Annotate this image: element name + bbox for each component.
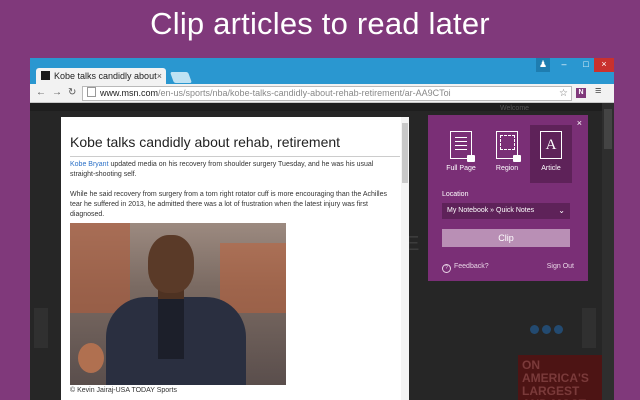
page-scrollbar-thumb[interactable] bbox=[604, 109, 612, 149]
article-title: Kobe talks candidly about rehab, retirem… bbox=[70, 134, 400, 157]
new-tab-button[interactable] bbox=[169, 72, 193, 83]
back-button[interactable]: ← bbox=[36, 86, 46, 100]
dimmed-web-page: Welcome E ON AMERICA'S LARGEST AND MOST … bbox=[30, 103, 614, 400]
tab-title: Kobe talks candidly about bbox=[54, 71, 157, 81]
article-label: Article bbox=[541, 165, 561, 172]
article-paragraph-2: While he said recovery from surgery from… bbox=[70, 191, 387, 218]
article-icon: A bbox=[540, 131, 562, 159]
url-host: www.msn.com bbox=[100, 88, 159, 98]
article-preview: Kobe talks candidly about rehab, retirem… bbox=[61, 117, 409, 400]
reload-button[interactable]: ↻ bbox=[68, 86, 76, 100]
forward-button[interactable]: → bbox=[52, 86, 62, 100]
clip-button[interactable]: Clip bbox=[442, 229, 570, 247]
article-paragraph-1: Kobe Bryant updated media on his recover… bbox=[70, 161, 374, 178]
location-value: My Notebook » Quick Notes bbox=[447, 207, 535, 214]
full-page-mode-button[interactable]: Full Page bbox=[440, 125, 482, 183]
article-photo bbox=[70, 223, 286, 385]
maximize-button[interactable]: □ bbox=[576, 58, 596, 72]
location-label: Location bbox=[442, 191, 469, 198]
minimize-button[interactable]: – bbox=[554, 58, 574, 72]
article-scrollbar-thumb[interactable] bbox=[402, 123, 408, 183]
browser-tab[interactable]: Kobe talks candidly about × bbox=[36, 68, 166, 84]
page-scrollbar[interactable] bbox=[602, 103, 614, 400]
full-page-label: Full Page bbox=[446, 165, 476, 172]
sign-out-link[interactable]: Sign Out bbox=[547, 263, 574, 270]
dimmed-prev-arrow bbox=[34, 308, 48, 348]
dimmed-welcome-text: Welcome bbox=[500, 105, 530, 112]
article-mode-button[interactable]: A Article bbox=[530, 125, 572, 183]
headline: Clip articles to read later bbox=[150, 6, 490, 41]
location-dropdown[interactable]: My Notebook » Quick Notes ⌄ bbox=[442, 203, 570, 219]
article-scrollbar[interactable] bbox=[401, 117, 409, 400]
dimmed-next-arrow bbox=[582, 308, 596, 348]
chevron-down-icon: ⌄ bbox=[558, 206, 565, 215]
url-path: /en-us/sports/nba/kobe-talks-candidly-ab… bbox=[158, 88, 451, 98]
onenote-clipper-panel: × Full Page Region A Article Location My… bbox=[428, 115, 588, 281]
dimmed-advertisement: ON AMERICA'S LARGEST AND MOST RELIABLE 4… bbox=[518, 355, 602, 400]
photo-caption: © Kevin Jairaj-USA TODAY Sports bbox=[70, 387, 177, 394]
address-bar[interactable]: www.msn.com/en-us/sports/nba/kobe-talks-… bbox=[82, 86, 572, 101]
feedback-icon: ? bbox=[442, 264, 451, 273]
region-icon bbox=[496, 131, 521, 162]
onenote-extension-icon[interactable]: N bbox=[576, 88, 586, 98]
full-page-icon bbox=[450, 131, 475, 162]
browser-toolbar: ← → ↻ www.msn.com/en-us/sports/nba/kobe-… bbox=[30, 84, 614, 103]
browser-window: Kobe talks candidly about × ♟ – □ × ← → … bbox=[30, 58, 614, 400]
browser-menu-icon[interactable]: ≡ bbox=[595, 85, 601, 97]
region-mode-button[interactable]: Region bbox=[486, 125, 528, 183]
kobe-bryant-link[interactable]: Kobe Bryant bbox=[70, 161, 109, 168]
region-label: Region bbox=[495, 165, 519, 172]
tab-close-icon[interactable]: × bbox=[157, 68, 162, 84]
page-icon bbox=[87, 87, 96, 97]
clipper-close-icon[interactable]: × bbox=[577, 118, 582, 128]
feedback-link[interactable]: ? Feedback? bbox=[442, 263, 489, 273]
user-icon[interactable]: ♟ bbox=[536, 58, 550, 72]
close-window-button[interactable]: × bbox=[594, 58, 614, 72]
dimmed-share-icons bbox=[530, 321, 566, 339]
msn-favicon-icon bbox=[41, 71, 50, 80]
bookmark-star-icon[interactable]: ☆ bbox=[559, 87, 568, 100]
